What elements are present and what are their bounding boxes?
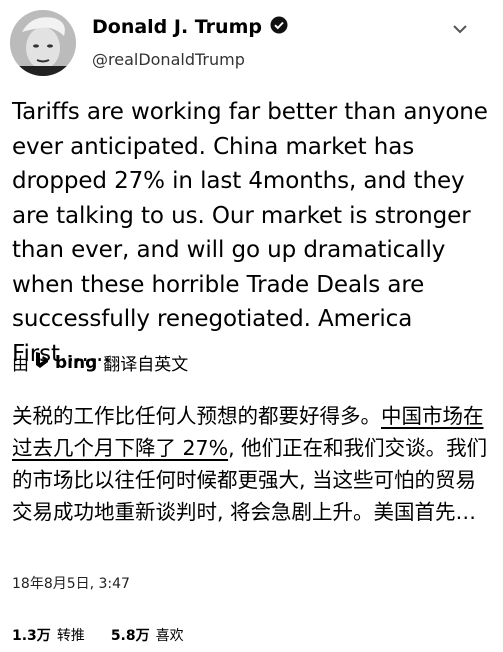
user-handle[interactable]: @realDonaldTrump: [92, 50, 245, 69]
name-row: Donald J. Trump: [92, 16, 288, 38]
likes-count: 5.8万: [110, 628, 150, 644]
translated-text-part1: 关税的工作比任何人预想的都要好得多。: [12, 404, 381, 428]
avatar[interactable]: [10, 10, 76, 76]
translation-prefix: 由: [12, 355, 29, 375]
retweets-stat[interactable]: 1.3万 转推: [12, 625, 85, 645]
tweet-timestamp[interactable]: 18年8月5日, 3:47: [12, 573, 130, 593]
translation-attribution: 由 bing 翻译自英文: [12, 350, 188, 375]
retweets-label: 转推: [56, 628, 85, 644]
translation-suffix: 翻译自英文: [103, 355, 189, 375]
bing-logo-icon: [35, 351, 49, 374]
display-name[interactable]: Donald J. Trump: [92, 16, 262, 38]
translated-text: 关税的工作比任何人预想的都要好得多。中国市场在过去几个月下降了 27%, 他们正…: [12, 400, 492, 528]
translation-brand: bing: [55, 352, 98, 373]
tweet-stats: 1.3万 转推 5.8万 喜欢: [12, 625, 184, 645]
profile-photo-icon: [10, 10, 76, 76]
chevron-down-icon[interactable]: [449, 18, 471, 40]
likes-stat[interactable]: 5.8万 喜欢: [111, 625, 184, 645]
tweet-text: Tariffs are working far better than anyo…: [12, 99, 488, 367]
retweets-count: 1.3万: [12, 628, 51, 644]
likes-label: 喜欢: [155, 628, 184, 644]
verified-badge-icon: [270, 16, 288, 38]
